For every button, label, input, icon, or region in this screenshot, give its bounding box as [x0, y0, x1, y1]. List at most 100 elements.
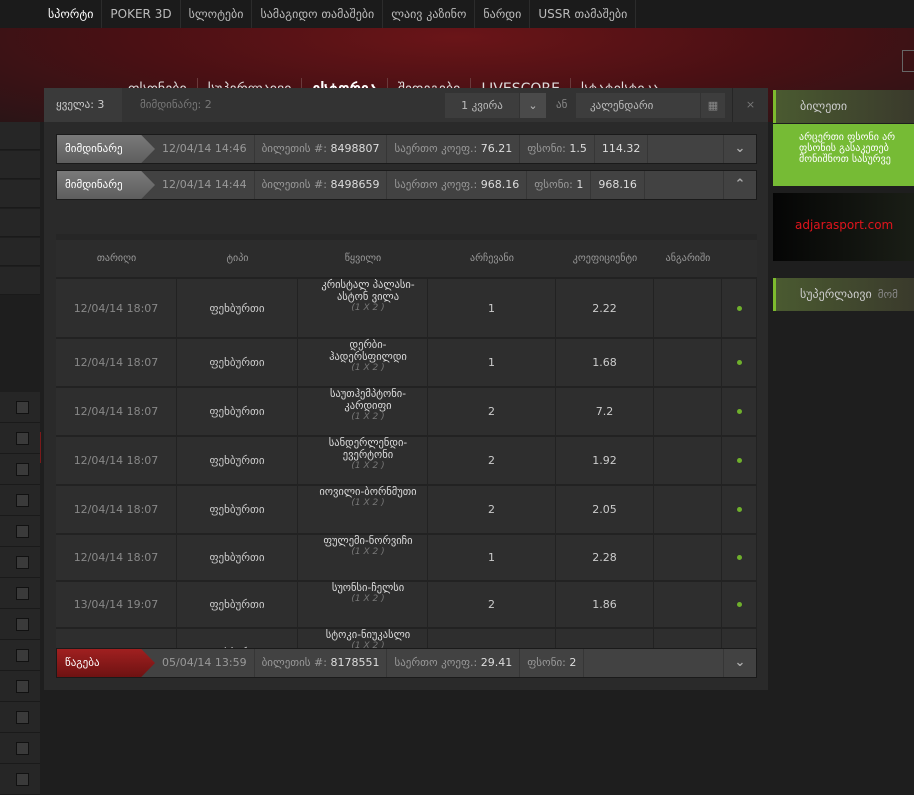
result — [654, 535, 722, 580]
top-nav-item[interactable]: ლაივ კაზინო — [383, 0, 476, 28]
event-name: იოვილი-ბორნმუთი — [319, 486, 417, 498]
label: ბილეთის #: — [261, 656, 327, 669]
checkbox[interactable] — [16, 432, 29, 445]
chevron-down-icon[interactable]: ⌄ — [724, 135, 756, 163]
chevron-down-icon[interactable]: ⌄ — [724, 649, 756, 677]
right-column: ბილეთი არცერთი ფსონი არ ფსონის გასაკეთებ… — [773, 90, 914, 311]
status-cell — [722, 339, 757, 386]
sidebar-item[interactable] — [0, 209, 40, 237]
checkbox[interactable] — [16, 711, 29, 724]
search-box-edge[interactable] — [902, 50, 914, 72]
checkbox[interactable] — [16, 680, 29, 693]
ticket-details: თარიღი ტიპი წყვილი არჩევანი კოეფიციენტი ანგარ… — [56, 234, 757, 677]
event-cell: იოვილი-ბორნმუთი (1 X 2 ) — [298, 486, 428, 533]
ticket-number: ბილეთის #: 8178551 — [255, 649, 388, 677]
checkbox[interactable] — [16, 463, 29, 476]
checkbox[interactable] — [16, 773, 29, 786]
coefficient: 2.22 — [556, 279, 654, 337]
calendar-icon[interactable]: ▦ — [701, 93, 725, 118]
column-header: არჩევანი — [470, 253, 514, 264]
table-row: 12/04/14 18:07 ფეხბურთი სანდერლენდი-ევერტო… — [56, 435, 757, 484]
event-name: სანდერლენდი-ევერტონი — [328, 437, 408, 461]
filter-all-tab[interactable]: ყველა: 3 — [44, 88, 122, 122]
checkbox[interactable] — [16, 494, 29, 507]
sidebar-checkbox-row[interactable] — [0, 485, 40, 516]
value: 114.32 — [601, 142, 641, 155]
sidebar-item[interactable] — [0, 151, 40, 179]
empty-ticket-message: არცერთი ფსონი არ ფსონის გასაკეთებ მონიშნ… — [773, 124, 914, 186]
stake: ფსონი: 1.5 — [520, 135, 595, 163]
checkbox[interactable] — [16, 401, 29, 414]
sidebar-checkbox-row[interactable] — [0, 578, 40, 609]
choice: 1 — [428, 339, 556, 386]
result — [654, 279, 722, 337]
top-nav-item[interactable]: USSR თამაშები — [530, 0, 637, 28]
sidebar-checkbox-row[interactable] — [0, 640, 40, 671]
ticket-date: 05/04/14 13:59 — [155, 649, 255, 677]
event-wrap: დერბი-ჰადერსფილდი (1 X 2 ) — [312, 339, 424, 374]
sidebar-checkbox-row[interactable] — [0, 764, 40, 795]
superlive-sub: მომ — [877, 288, 898, 301]
value: 29.41 — [480, 656, 513, 669]
column-header: ტიპი — [226, 253, 249, 264]
value: 968.16 — [598, 178, 637, 191]
market: (1 X 2 ) — [351, 594, 385, 604]
top-nav-item[interactable]: სპორტი — [40, 0, 103, 28]
event-name: კრისტალ პალასი-ასტონ ვილა — [321, 279, 415, 303]
checkbox[interactable] — [16, 587, 29, 600]
period-select[interactable]: 1 კვირა — [445, 93, 519, 118]
sidebar-item[interactable] — [0, 122, 40, 150]
sidebar-checkbox-row[interactable] — [0, 454, 40, 485]
close-button[interactable]: × — [732, 88, 768, 122]
checkbox[interactable] — [16, 525, 29, 538]
calendar-input[interactable]: კალენდარი — [576, 93, 700, 118]
adjarasport-banner[interactable]: adjarasport.com — [773, 193, 914, 261]
ticket-row[interactable]: მიმდინარე 12/04/14 14:44 ბილეთის #: 849865… — [56, 170, 757, 200]
message-line: არცერთი ფსონი არ — [799, 132, 896, 143]
value: 8178551 — [330, 656, 380, 669]
sidebar-item[interactable] — [0, 267, 40, 295]
ticket-row[interactable]: წაგება 05/04/14 13:59 ბილეთის #: 8178551 სა… — [56, 648, 757, 678]
top-nav-item[interactable]: POKER 3D — [102, 0, 181, 28]
event-wrap: სანდერლენდი-ევერტონი (1 X 2 ) — [312, 437, 424, 472]
table-row: 12/04/14 18:07 ფეხბურთი დერბი-ჰადერსფილდი(… — [56, 337, 757, 386]
checkbox[interactable] — [16, 556, 29, 569]
sidebar-item[interactable] — [0, 180, 40, 208]
checkbox[interactable] — [16, 618, 29, 631]
ticket-row[interactable]: მიმდინარე 12/04/14 14:46 ბილეთის #: 849880… — [56, 134, 757, 164]
left-sidebar: ⌄ — [0, 122, 41, 795]
top-nav-item[interactable]: სამაგიდო თამაშები — [252, 0, 384, 28]
superlive-header[interactable]: სუპერლაივი მომ — [773, 278, 914, 311]
or-label: ან — [556, 98, 568, 111]
event-cell: ფულემი-ნორვიჩი (1 X 2 ) — [298, 535, 428, 580]
table-row: 12/04/14 18:07 ფეხბურთი საუთჰემპტონი-კარდი… — [56, 386, 757, 435]
value: 76.21 — [480, 142, 513, 155]
sidebar-checkbox-row[interactable] — [0, 547, 40, 578]
sidebar-checkbox-row[interactable] — [0, 702, 40, 733]
sidebar-checkbox-row[interactable] — [0, 392, 40, 423]
filter-current-tab[interactable]: მიმდინარე: 2 — [130, 88, 212, 122]
sidebar-checkbox-row[interactable] — [0, 516, 40, 547]
result — [654, 486, 722, 533]
chevron-up-icon[interactable]: ⌃ — [724, 171, 756, 199]
sidebar-checkbox-row[interactable] — [0, 733, 40, 764]
event-date: 12/04/14 18:07 — [56, 339, 177, 386]
checkbox[interactable] — [16, 649, 29, 662]
result — [654, 339, 722, 386]
ticket-header[interactable]: ბილეთი — [773, 90, 914, 123]
event-date: 12/04/14 18:07 — [56, 388, 177, 435]
result — [654, 582, 722, 627]
top-nav-item[interactable]: სლოტები — [181, 0, 253, 28]
sidebar-item[interactable] — [0, 238, 40, 266]
possible-win: 968.16 — [591, 171, 645, 199]
event-date: 12/04/14 18:07 — [56, 279, 177, 337]
top-nav-item[interactable]: ნარდი — [475, 0, 531, 28]
sidebar-checkbox-row[interactable] — [0, 671, 40, 702]
status-dot-icon — [736, 507, 742, 512]
checkbox[interactable] — [16, 742, 29, 755]
chevron-down-icon[interactable]: ⌄ — [520, 93, 546, 118]
coefficient: 2.05 — [556, 486, 654, 533]
table-row: 12/04/14 18:07 ფეხბურთი იოვილი-ბორნმუთი (1 … — [56, 484, 757, 533]
sidebar-checkbox-row[interactable] — [0, 609, 40, 640]
sidebar-checkbox-row[interactable] — [0, 423, 40, 454]
